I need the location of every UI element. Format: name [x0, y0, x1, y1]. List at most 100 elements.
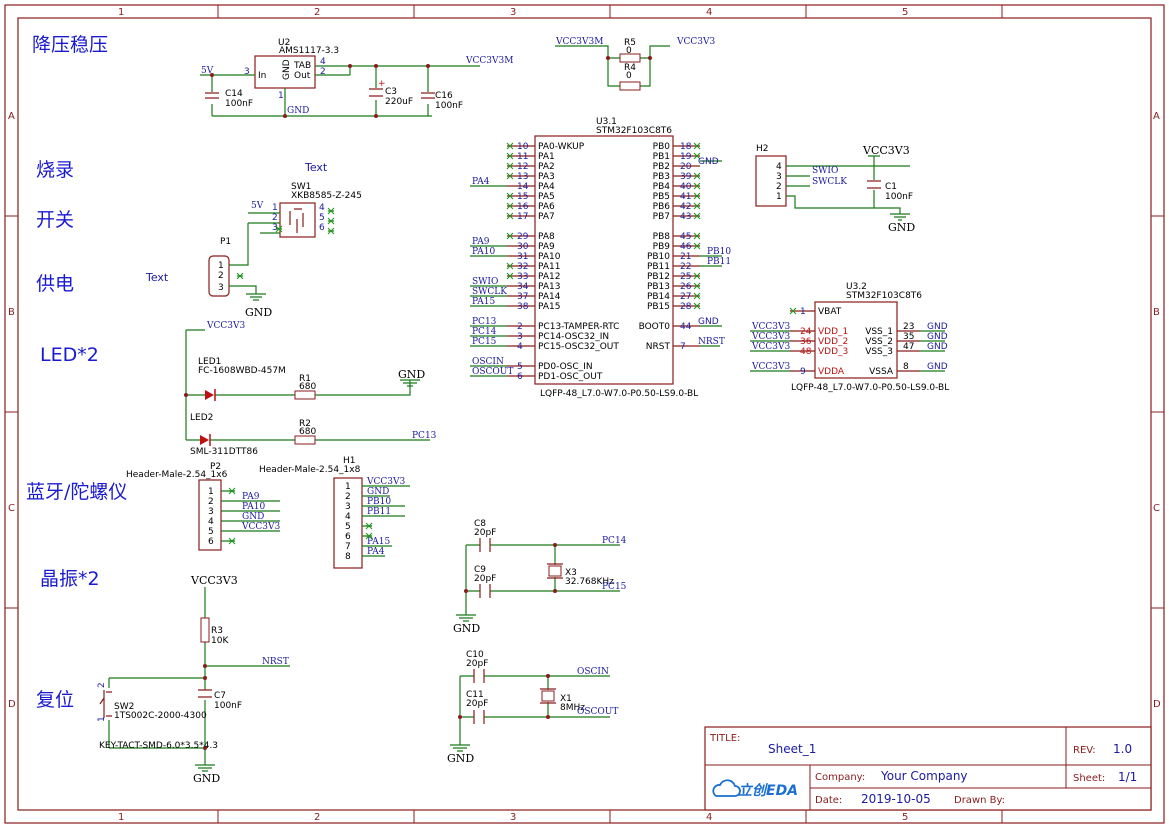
net-gnd: GND — [927, 362, 948, 372]
row-label: C — [1153, 503, 1160, 514]
net-vcc3v3m: VCC3V3M — [555, 37, 603, 47]
net-pb10: PB10 — [707, 247, 731, 257]
net-pc13: PC13 — [472, 317, 497, 327]
pin-number: 20 — [680, 162, 692, 172]
h2-ref: H2 — [756, 144, 769, 154]
pin-name: PA9 — [538, 242, 555, 252]
header-p2: P2 Header-Male-2.54_1x6 1 2 3 4 5 6 PA9 … — [126, 462, 280, 551]
pin-number: 14 — [517, 182, 529, 192]
sw2-part: 1TS002C-2000-4300 — [114, 711, 207, 721]
p1-ref: P1 — [220, 237, 231, 247]
pin-name: PA3 — [538, 172, 555, 182]
pin-name: VBAT — [818, 307, 842, 317]
sw1-pin: 2 — [272, 213, 278, 223]
h1-pin: 7 — [345, 542, 351, 552]
pin-number: 35 — [903, 332, 914, 342]
pin-name: NRST — [646, 342, 671, 352]
net-gnd: GND — [927, 322, 948, 332]
net-oscout: OSCOUT — [577, 707, 618, 717]
net-5v: 5V — [251, 201, 264, 211]
net-gnd: GND — [453, 622, 480, 635]
u2-pin-out: Out — [294, 71, 311, 81]
pin-number: 16 — [517, 202, 529, 212]
pin-number: 47 — [903, 342, 914, 352]
pin-number: 36 — [800, 337, 812, 347]
row-label: A — [8, 111, 15, 122]
h1-pin: 3 — [345, 502, 351, 512]
net-gnd: GND — [193, 772, 220, 785]
net-nrst: NRST — [698, 337, 725, 347]
u2-pin-in: In — [258, 71, 266, 81]
h1-pin: 8 — [345, 552, 351, 562]
c16-val: 100nF — [435, 101, 463, 111]
net-gnd: GND — [245, 306, 272, 319]
col-label: 5 — [902, 7, 908, 18]
pin-name: PB11 — [647, 262, 670, 272]
pin-number: 46 — [680, 242, 692, 252]
u32-part: STM32F103C8T6 — [846, 291, 922, 301]
net-pa4: PA4 — [472, 177, 490, 187]
title-block: TITLE: Sheet_1 REV: 1.0 Company: Your Co… — [704, 726, 1152, 811]
switch-sw1: Text SW1 XKB8585-Z-245 1 2 3 4 5 6 5V — [248, 161, 362, 238]
date-value: 2019-10-05 — [861, 792, 931, 806]
pin-name: PB13 — [647, 282, 670, 292]
pin-number: 27 — [680, 292, 691, 302]
net-vcc3v3: VCC3V3 — [862, 144, 910, 157]
pin-number: 18 — [680, 142, 692, 152]
schematic-sheet: 1 2 3 4 5 1 2 3 4 5 A B C D A B C D 降压稳压… — [4, 4, 1165, 824]
pin-name: PA7 — [538, 212, 555, 222]
sheet-label: Sheet: — [1073, 773, 1105, 784]
pin-number: 11 — [517, 152, 528, 162]
c11-val: 20pF — [466, 699, 488, 709]
led-circuit: VCC3V3 GND LED1 FC-1608WBD-457M LED2 SML… — [184, 321, 437, 457]
pin-name: PA8 — [538, 232, 555, 242]
swd-header-h2: H2 4 3 2 1 C1 100nF VCC3V3 SWIO SWCLK GN… — [755, 144, 915, 234]
c16-ref: C16 — [435, 91, 453, 101]
net-gnd: GND — [447, 752, 474, 765]
pin-name: PA11 — [538, 262, 560, 272]
pin-number: 9 — [800, 367, 806, 377]
pin-number: 13 — [517, 172, 528, 182]
net-swio: SWIO — [812, 166, 838, 176]
net-pa9: PA9 — [242, 492, 260, 502]
pin-name: VDD_1 — [818, 327, 848, 337]
p1-pin: 2 — [218, 271, 224, 281]
pin-name: PA14 — [538, 292, 561, 302]
pin-number: 37 — [517, 292, 528, 302]
col-label: 3 — [510, 7, 516, 18]
regulator-caps: C14 100nF + C3 220uF C16 100nF 5V VCC3V3… — [201, 56, 513, 118]
section-led: LED*2 — [40, 344, 99, 366]
h1-pin: 5 — [345, 522, 351, 532]
pin-number: 10 — [517, 142, 529, 152]
date-label: Date: — [815, 795, 842, 806]
pin-number: 41 — [680, 192, 691, 202]
p2-pin: 4 — [208, 517, 214, 527]
pin-number: 3 — [517, 332, 523, 342]
net-gnd: GND — [927, 342, 948, 352]
pin-number: 45 — [680, 232, 691, 242]
net-pc14: PC14 — [472, 327, 497, 337]
section-power: 供电 — [36, 273, 74, 295]
h1-pin: 2 — [345, 492, 351, 502]
r3-val: 10K — [211, 636, 229, 646]
pin-name: PD1-OSC_OUT — [538, 372, 603, 382]
pin-name: PB15 — [647, 302, 670, 312]
pin-number: 8 — [903, 362, 909, 372]
net-pa15: PA15 — [367, 537, 390, 547]
c1-ref: C1 — [885, 182, 897, 192]
net-pc13: PC13 — [412, 431, 437, 441]
pin-name: VSS_2 — [865, 337, 893, 347]
pin-name: PA1 — [538, 152, 555, 162]
title-value: Sheet_1 — [768, 742, 816, 756]
pin-name: PB14 — [647, 292, 670, 302]
connector-p1: P1 Text 1 2 3 GND — [145, 223, 272, 319]
u2-n1: 1 — [278, 91, 284, 101]
pin-name: PB12 — [647, 272, 670, 282]
net-pc15: PC15 — [602, 582, 627, 592]
pin-number: 31 — [517, 252, 528, 262]
pin-name: PA0-WKUP — [538, 142, 585, 152]
net-pa9: PA9 — [472, 237, 490, 247]
mcu-u3-1: U3.1 STM32F103C8T6 LQFP-48_L7.0-W7.0-P0.… — [506, 117, 701, 399]
net-vcc3v3: VCC3V3 — [366, 477, 405, 487]
net-pa10: PA10 — [242, 502, 265, 512]
